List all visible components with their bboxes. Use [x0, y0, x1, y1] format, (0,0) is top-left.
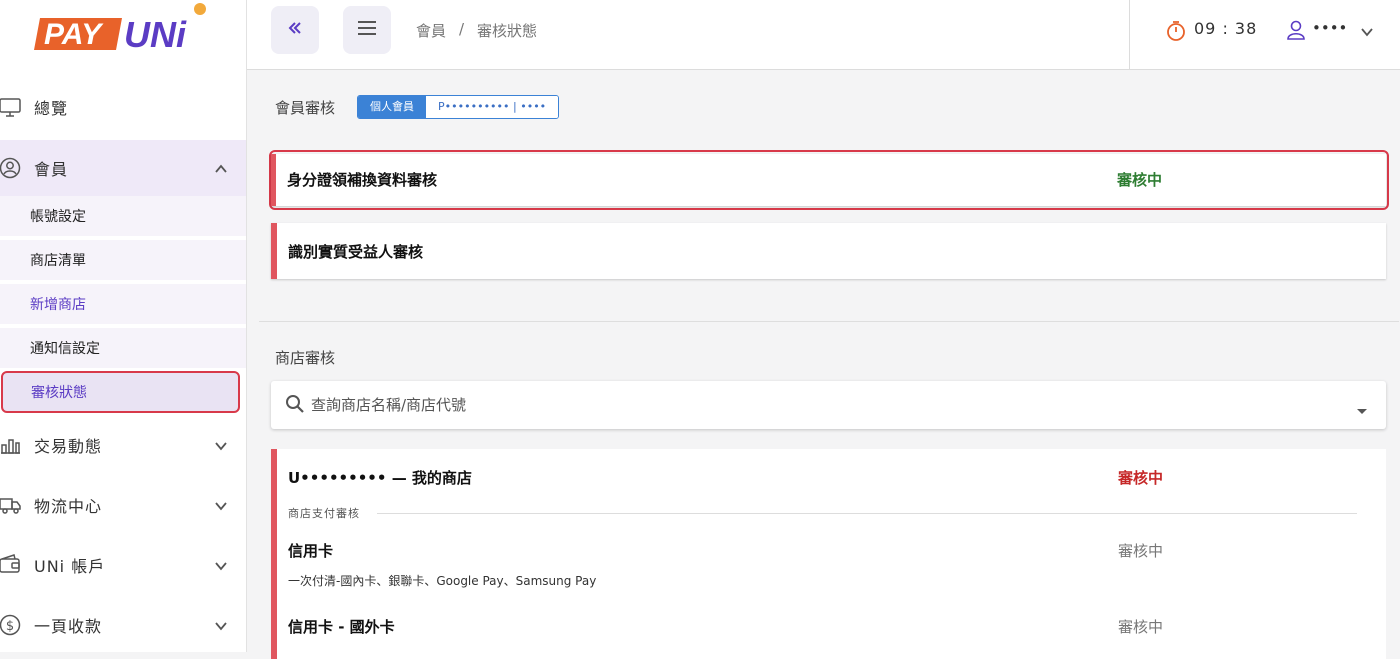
hamburger-icon — [357, 19, 377, 41]
store-search-select[interactable] — [271, 381, 1386, 429]
sidebar-subitem-label: 通知信設定 — [30, 341, 100, 357]
user-circle-icon — [0, 157, 22, 179]
svg-text:UNi: UNi — [124, 14, 187, 55]
dollar-circle-icon: $ — [0, 614, 22, 636]
user-icon — [1286, 19, 1306, 45]
sidebar-item-label: UNi 帳戶 — [34, 557, 106, 576]
caret-down-icon[interactable] — [1356, 401, 1368, 420]
sidebar-item-overview[interactable]: 總覽 — [0, 79, 246, 135]
store-payment-review-label: 商店支付審核 — [288, 507, 360, 520]
payment-method-title: 信用卡 — [288, 542, 334, 560]
chevron-down-icon — [214, 438, 228, 452]
sidebar-item-label: 總覽 — [34, 99, 69, 118]
member-review-title: 會員審核 — [275, 99, 336, 117]
payment-method-desc: 一次付清-國內卡、銀聯卡、Google Pay、Samsung Pay — [288, 574, 597, 588]
status-badge: 審核中 — [1117, 171, 1163, 189]
review-card-title: 身分證領補換資料審核 — [287, 171, 438, 189]
sidebar-item-logistics[interactable]: 物流中心 — [0, 477, 246, 533]
session-timer: 09 : 38 — [1194, 19, 1258, 38]
breadcrumb-current: 審核狀態 — [477, 22, 538, 40]
chevron-up-icon — [214, 161, 228, 175]
chevron-down-icon — [214, 618, 228, 632]
sidebar-subitem-label: 新增商店 — [30, 297, 86, 313]
collapse-sidebar-button[interactable] — [271, 6, 319, 54]
chevron-down-icon[interactable] — [1360, 24, 1374, 43]
review-card-id-renewal[interactable]: 身分證領補換資料審核 審核中 — [271, 154, 1386, 206]
review-card-beneficial-owner[interactable]: 識別實質受益人審核 — [271, 223, 1386, 279]
menu-button[interactable] — [343, 6, 391, 54]
sidebar-item-label: 一頁收款 — [34, 617, 103, 636]
sidebar-item-one-page-payment[interactable]: $ 一頁收款 — [0, 597, 246, 653]
sidebar-subitem-label: 商店清單 — [30, 253, 86, 269]
sidebar-subitem-notification-settings[interactable]: 通知信設定 — [0, 328, 246, 368]
topbar: 會員 / 審核狀態 09 : 38 •••• — [247, 0, 1400, 70]
stopwatch-icon — [1166, 20, 1186, 46]
sidebar-subitem-label: 審核狀態 — [31, 385, 87, 401]
sidebar-subitem-review-status[interactable]: 審核狀態 — [1, 371, 240, 413]
topbar-right: 09 : 38 •••• — [1129, 0, 1400, 70]
chevron-down-icon — [214, 498, 228, 512]
main-content: 會員審核 個人會員 P•••••••••• | •••• 身分證領補換資料審核 … — [247, 70, 1400, 659]
payment-method-title: 信用卡 - 國外卡 — [288, 618, 395, 636]
sidebar-subitem-add-store[interactable]: 新增商店 — [0, 284, 246, 324]
section-divider — [259, 321, 1399, 322]
sidebar-item-label: 會員 — [34, 160, 69, 179]
wallet-icon — [0, 554, 22, 576]
sidebar-item-label: 交易動態 — [34, 437, 103, 456]
divider — [377, 513, 1357, 514]
sidebar-subitem-label: 帳號設定 — [30, 209, 86, 225]
sidebar-item-transactions[interactable]: 交易動態 — [0, 417, 246, 473]
sidebar-subitem-account-settings[interactable]: 帳號設定 — [0, 196, 246, 236]
chevron-down-icon — [214, 558, 228, 572]
sidebar-subitem-store-list[interactable]: 商店清單 — [0, 240, 246, 280]
bar-chart-icon — [0, 434, 22, 456]
sidebar-item-uni-account[interactable]: UNi 帳戶 — [0, 537, 246, 593]
truck-icon — [0, 494, 22, 516]
search-icon — [285, 394, 305, 418]
member-id-tag: P•••••••••• | •••• — [426, 96, 559, 118]
member-type-tag: 個人會員 — [358, 96, 426, 118]
svg-text:$: $ — [6, 619, 14, 634]
breadcrumb-member[interactable]: 會員 — [416, 20, 446, 41]
breadcrumb-separator: / — [459, 20, 465, 38]
double-chevron-left-icon — [286, 19, 304, 41]
sidebar: PAY UNi 總覽 會員 帳號設定 商店清單 新增商店 通知信設定 審核狀態 — [0, 0, 247, 652]
store-review-card: U••••••••• — 我的商店 審核中 商店支付審核 信用卡 一次付清-國內… — [271, 449, 1386, 659]
user-name[interactable]: •••• — [1312, 19, 1347, 37]
store-review-title: 商店審核 — [275, 349, 336, 367]
svg-text:PAY: PAY — [44, 18, 104, 51]
status-badge: 審核中 — [1118, 469, 1164, 487]
sidebar-item-label: 物流中心 — [34, 497, 103, 516]
payment-method-status: 審核中 — [1118, 618, 1164, 636]
review-card-title: 識別實質受益人審核 — [288, 243, 424, 261]
member-tag-group: 個人會員 P•••••••••• | •••• — [357, 95, 560, 119]
payment-method-status: 審核中 — [1118, 542, 1164, 560]
search-input[interactable] — [311, 393, 1311, 417]
store-title[interactable]: U••••••••• — 我的商店 — [288, 467, 472, 488]
monitor-icon — [0, 96, 22, 118]
sidebar-item-member[interactable]: 會員 — [0, 140, 246, 196]
payuni-logo[interactable]: PAY UNi — [34, 0, 214, 58]
